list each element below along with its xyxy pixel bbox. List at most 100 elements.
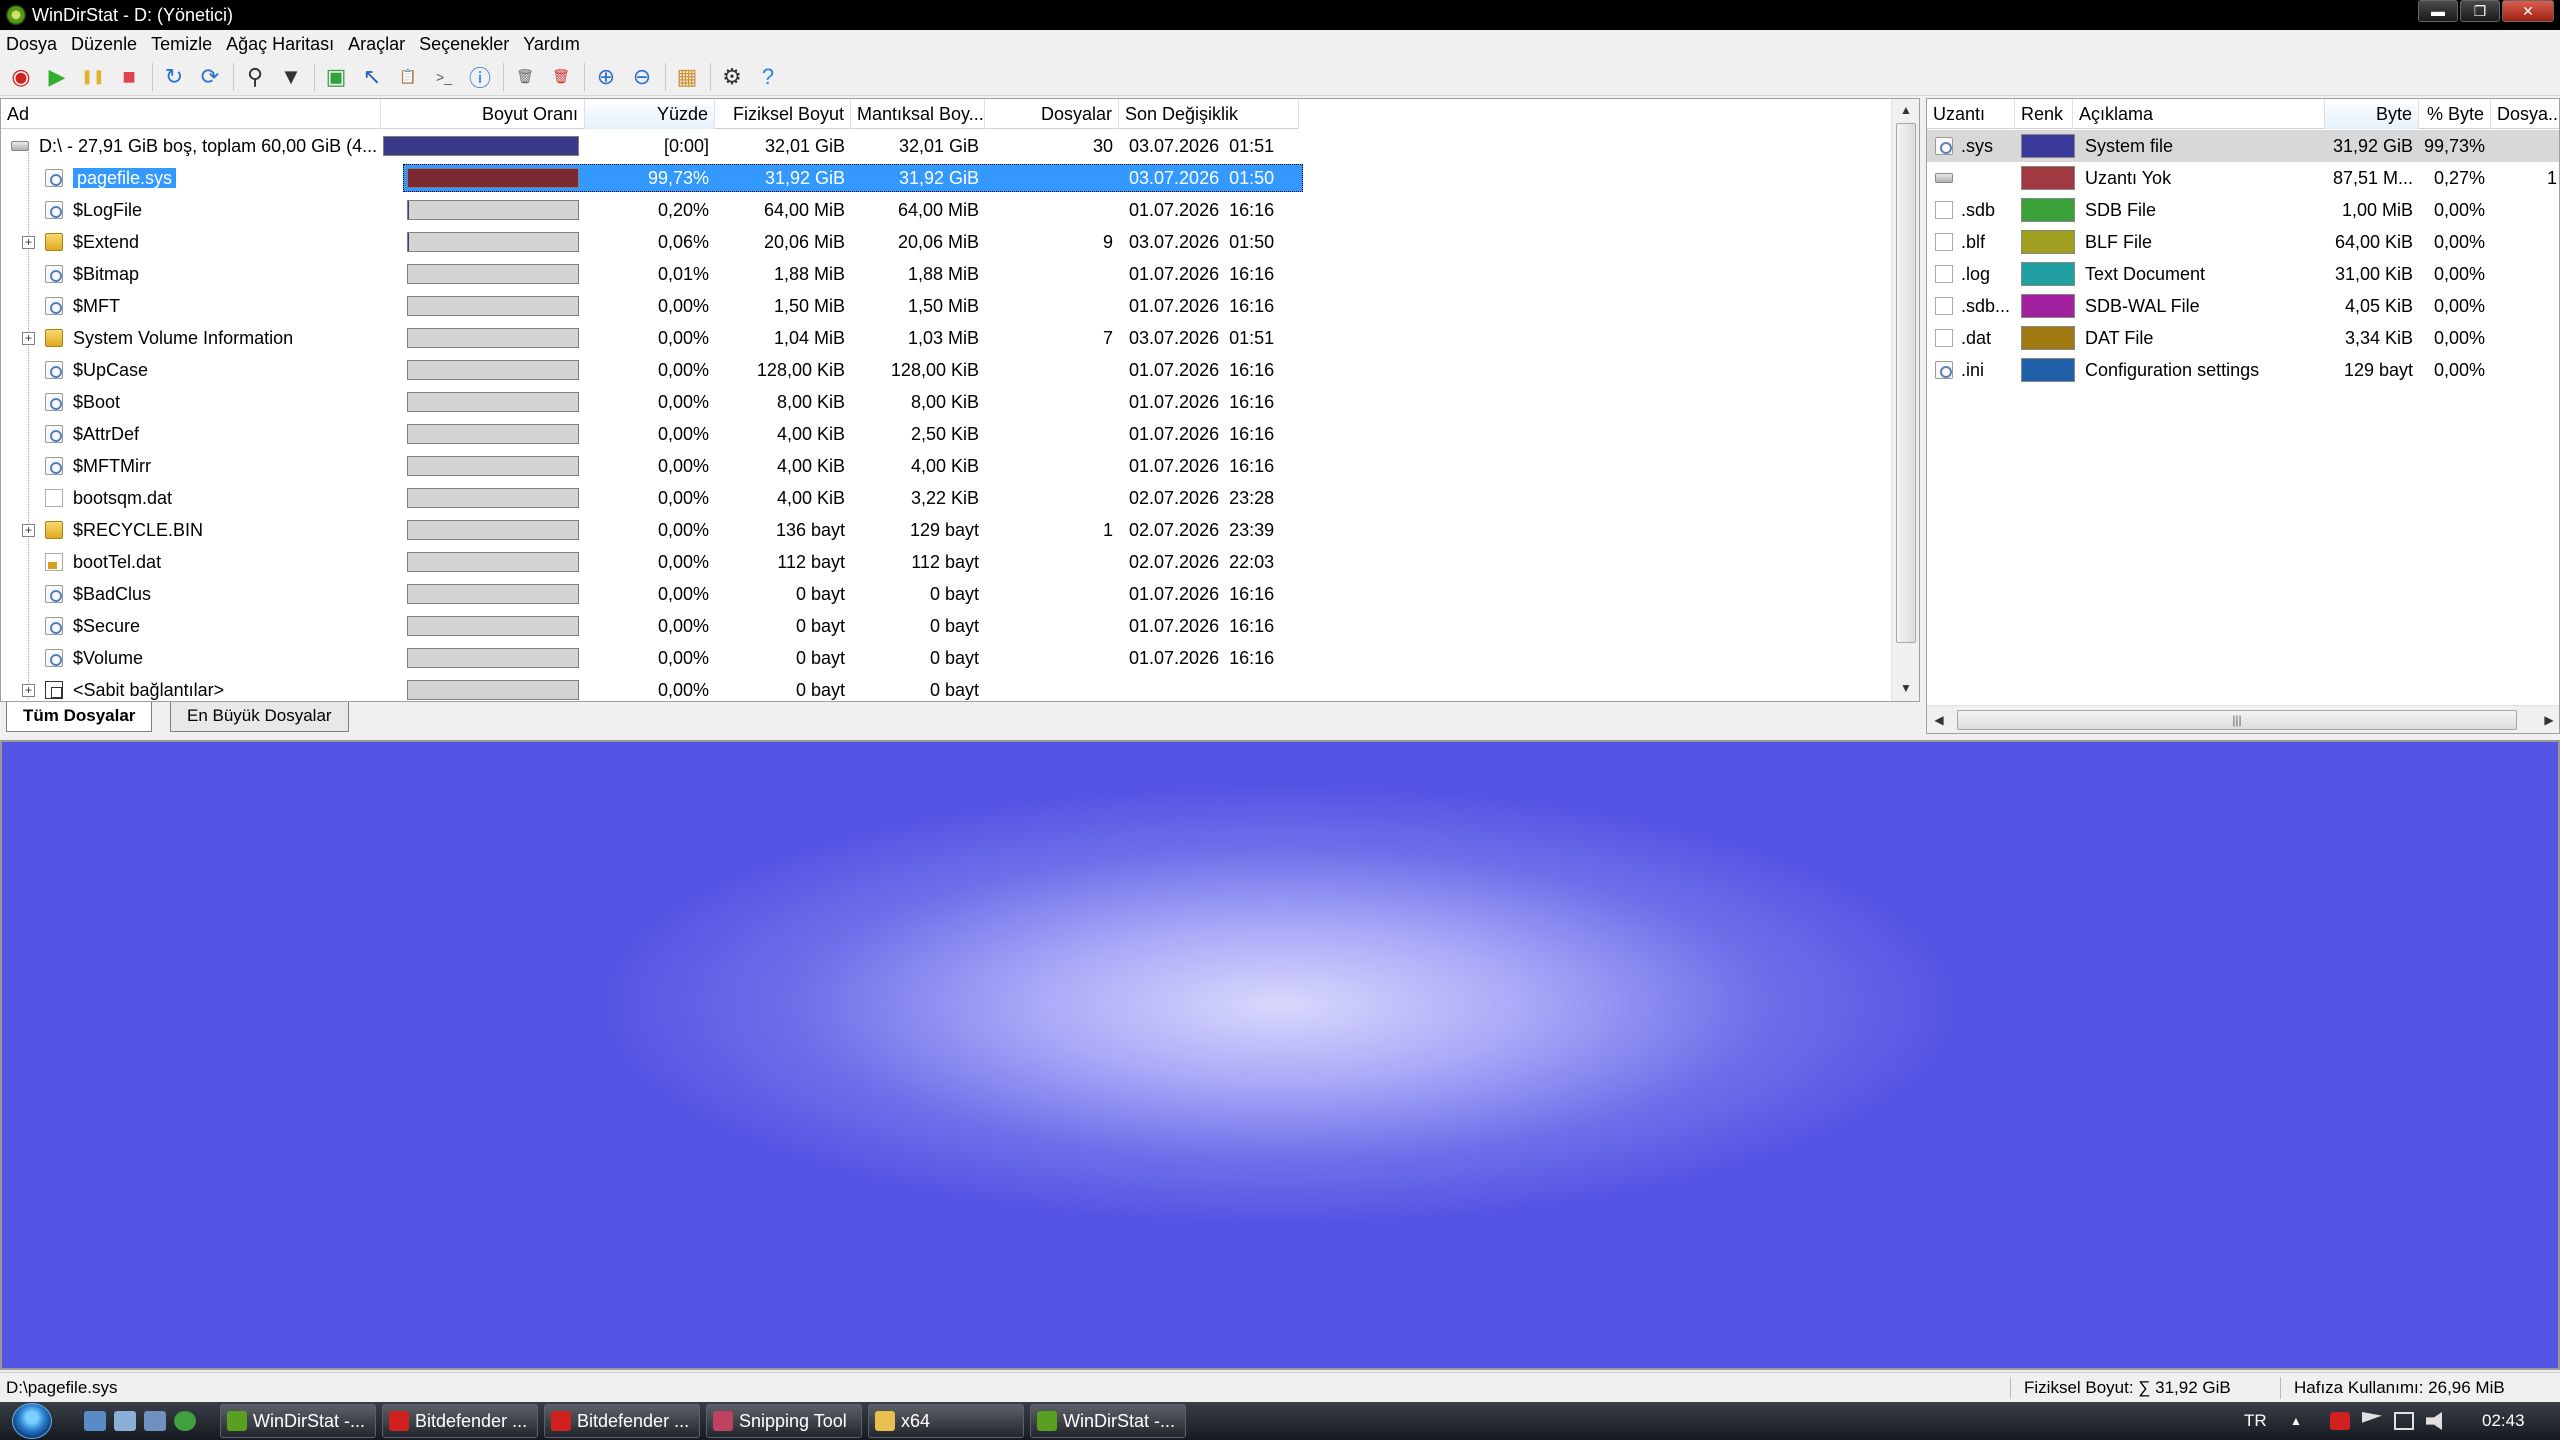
tree-row[interactable]: $BadClus 0,00% 0 bayt 0 bayt 01.07.2026 16:1… [1, 578, 1901, 610]
expand-icon[interactable]: + [22, 236, 35, 249]
tree-row[interactable]: bootTel.dat 0,00% 112 bayt 112 bayt 02.07.20… [1, 546, 1901, 578]
treemap-button[interactable]: ▦ [672, 62, 702, 92]
scroll-down-arrow-icon[interactable]: ▼ [1892, 677, 1919, 699]
extension-row[interactable]: Uzantı Yok 87,51 M... 0,27% 1 [1927, 162, 2559, 194]
header-yuzde[interactable]: Yüzde [585, 99, 715, 129]
header-boyut-orani[interactable]: Boyut Oranı [381, 99, 585, 129]
scroll-up-arrow-icon[interactable]: ▲ [1892, 99, 1919, 121]
open-button[interactable]: ◉ [6, 62, 36, 92]
tree-row[interactable]: $UpCase 0,00% 128,00 KiB 128,00 KiB 01.07.20… [1, 354, 1901, 386]
scroll-left-arrow-icon[interactable]: ◀ [1927, 706, 1951, 733]
tree-row[interactable]: $AttrDef 0,00% 4,00 KiB 2,50 KiB 01.07.2026 … [1, 418, 1901, 450]
header-dosyalar[interactable]: Dosya... [2491, 99, 2559, 129]
taskbar-button[interactable]: WinDirStat -... [1030, 1404, 1186, 1438]
volume-icon[interactable] [2426, 1412, 2442, 1430]
header-byte[interactable]: Byte [2325, 99, 2419, 129]
filter-button[interactable]: ▼ [276, 62, 306, 92]
expand-icon[interactable]: + [22, 524, 35, 537]
extension-row[interactable]: .sys System file 31,92 GiB 99,73% [1927, 130, 2559, 162]
search-button[interactable]: ⚲ [240, 62, 270, 92]
header-aciklama[interactable]: Açıklama [2073, 99, 2325, 129]
extension-row[interactable]: .blf BLF File 64,00 KiB 0,00% [1927, 226, 2559, 258]
tree-row[interactable]: $MFTMirr 0,00% 4,00 KiB 4,00 KiB 01.07.2026 … [1, 450, 1901, 482]
properties-button[interactable]: ⓘ [465, 62, 495, 92]
menu-temizle[interactable]: Temizle [151, 34, 212, 55]
refresh-all-button[interactable]: ⟳ [195, 62, 225, 92]
tree-row[interactable]: $Volume 0,00% 0 bayt 0 bayt 01.07.2026 16:16 [1, 642, 1901, 674]
recycle-button[interactable]: 🗑 [510, 62, 540, 92]
menu-araclar[interactable]: Araçlar [348, 34, 405, 55]
close-button[interactable]: ✕ [2502, 0, 2554, 22]
header-ad[interactable]: Ad [1, 99, 381, 129]
taskbar-button[interactable]: x64 [868, 1404, 1024, 1438]
expand-icon[interactable]: + [22, 684, 35, 697]
zoom-in-button[interactable]: ⊕ [591, 62, 621, 92]
treemap[interactable] [0, 740, 2560, 1370]
tree-row[interactable]: + <Sabit bağlantılar> 0,00% 0 bayt 0 bayt [1, 674, 1901, 701]
settings-button[interactable]: ⚙ [717, 62, 747, 92]
tree-row[interactable]: + System Volume Information 0,00% 1,04 MiB 1… [1, 322, 1901, 354]
menu-duzenle[interactable]: Düzenle [71, 34, 137, 55]
select-button[interactable]: ↖ [357, 62, 387, 92]
tab-tum-dosyalar[interactable]: Tüm Dosyalar [6, 702, 153, 732]
expand-icon[interactable]: + [22, 332, 35, 345]
menu-secenekler[interactable]: Seçenekler [419, 34, 509, 55]
tree-row[interactable]: $MFT 0,00% 1,50 MiB 1,50 MiB 01.07.2026 16:1… [1, 290, 1901, 322]
header-uzanti[interactable]: Uzantı [1927, 99, 2015, 129]
tree-row[interactable]: bootsqm.dat 0,00% 4,00 KiB 3,22 KiB 02.07.20… [1, 482, 1901, 514]
tree-row[interactable]: + $Extend 0,06% 20,06 MiB 20,06 MiB 9 03.07.20… [1, 226, 1901, 258]
show-desktop-icon[interactable] [84, 1411, 106, 1431]
menu-agac-haritasi[interactable]: Ağaç Haritası [226, 34, 334, 55]
start-button[interactable] [12, 1403, 52, 1439]
extension-horizontal-scrollbar[interactable]: ◀ ||| ▶ [1927, 705, 2559, 733]
extension-row[interactable]: .dat DAT File 3,34 KiB 0,00% [1927, 322, 2559, 354]
scroll-right-arrow-icon[interactable]: ▶ [2537, 706, 2559, 733]
taskbar-button[interactable]: WinDirStat -... [220, 1404, 376, 1438]
pause-button[interactable]: ❚❚ [78, 62, 108, 92]
tray-expand-icon[interactable]: ▲ [2290, 1402, 2302, 1440]
delete-button[interactable]: 🗑 [546, 62, 576, 92]
browser-icon[interactable] [174, 1411, 196, 1431]
tree-row[interactable]: D:\ - 27,91 GiB boş, toplam 60,00 GiB (4… [1, 130, 1901, 162]
command-prompt-button[interactable]: >_ [429, 62, 459, 92]
tree-row[interactable]: $Bitmap 0,01% 1,88 MiB 1,88 MiB 01.07.2026 1… [1, 258, 1901, 290]
stop-button[interactable]: ■ [114, 62, 144, 92]
explorer-icon[interactable] [114, 1411, 136, 1431]
extension-row[interactable]: .log Text Document 31,00 KiB 0,00% [1927, 258, 2559, 290]
tab-en-buyuk-dosyalar[interactable]: En Büyük Dosyalar [170, 702, 349, 732]
taskbar-button[interactable]: Snipping Tool [706, 1404, 862, 1438]
extension-row[interactable]: .sdb SDB File 1,00 MiB 0,00% [1927, 194, 2559, 226]
header-fiziksel-boyut[interactable]: Fiziksel Boyut [715, 99, 851, 129]
action-center-icon[interactable] [2362, 1412, 2382, 1423]
taskbar-button[interactable]: Bitdefender ... [382, 1404, 538, 1438]
refresh-button[interactable]: ↻ [159, 62, 189, 92]
header-dosyalar[interactable]: Dosyalar [985, 99, 1119, 129]
menu-yardim[interactable]: Yardım [523, 34, 580, 55]
tree-vertical-scrollbar[interactable]: ▲ ▼ [1891, 99, 1919, 701]
help-button[interactable]: ? [753, 62, 783, 92]
tree-row[interactable]: $LogFile 0,20% 64,00 MiB 64,00 MiB 01.07.202… [1, 194, 1901, 226]
header-renk[interactable]: Renk [2015, 99, 2073, 129]
tree-row[interactable]: + $RECYCLE.BIN 0,00% 136 bayt 129 bayt 1 02.07… [1, 514, 1901, 546]
open-item-button[interactable]: ▣ [321, 62, 351, 92]
tree-row[interactable]: $Secure 0,00% 0 bayt 0 bayt 01.07.2026 16:16 [1, 610, 1901, 642]
header-son-degisiklik[interactable]: Son Değişiklik [1119, 99, 1299, 129]
language-indicator[interactable]: TR [2244, 1402, 2267, 1440]
menu-dosya[interactable]: Dosya [6, 34, 57, 55]
tree-row[interactable]: $Boot 0,00% 8,00 KiB 8,00 KiB 01.07.2026 16:… [1, 386, 1901, 418]
minimize-button[interactable]: ▬ [2418, 0, 2458, 22]
scroll-thumb[interactable] [1896, 123, 1916, 643]
header-mantiksal-boyut[interactable]: Mantıksal Boy... [851, 99, 985, 129]
header-yuzde-byte[interactable]: % Byte [2419, 99, 2491, 129]
maximize-button[interactable]: ❐ [2460, 0, 2500, 22]
network-icon[interactable] [2394, 1412, 2414, 1430]
taskbar-button[interactable]: Bitdefender ... [544, 1404, 700, 1438]
bitdefender-tray-icon[interactable] [2330, 1412, 2350, 1430]
copy-path-button[interactable]: 📋 [393, 62, 423, 92]
scroll-thumb[interactable]: ||| [1957, 710, 2517, 730]
tree-row[interactable]: pagefile.sys 99,73% 31,92 GiB 31,92 GiB 03.0… [1, 162, 1901, 194]
quicklaunch-icon[interactable] [144, 1411, 166, 1431]
extension-row[interactable]: .ini Configuration settings 129 bayt 0,00% [1927, 354, 2559, 386]
extension-row[interactable]: .sdb... SDB-WAL File 4,05 KiB 0,00% [1927, 290, 2559, 322]
zoom-out-button[interactable]: ⊖ [627, 62, 657, 92]
